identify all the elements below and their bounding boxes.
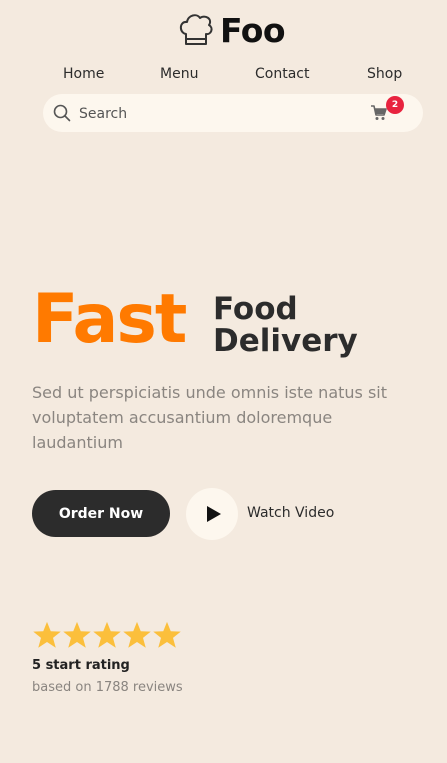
nav-menu[interactable]: Menu <box>160 66 198 82</box>
hero-title-accent: Fast <box>32 280 187 359</box>
nav-home[interactable]: Home <box>63 66 104 82</box>
order-now-button[interactable]: Order Now <box>32 490 170 537</box>
star-rating <box>32 620 182 650</box>
play-video-button[interactable] <box>186 488 238 540</box>
rating-title: 5 start rating <box>32 658 130 673</box>
watch-video-link[interactable]: Watch Video <box>247 505 334 521</box>
nav-shop[interactable]: Shop <box>367 66 402 82</box>
star-icon <box>63 621 91 648</box>
brand-name: Foo <box>220 10 286 50</box>
search-icon <box>53 104 71 122</box>
nav-contact[interactable]: Contact <box>255 66 309 82</box>
hero-title-line1: Food <box>213 291 298 327</box>
search-input[interactable] <box>77 103 361 125</box>
main-nav: Home Menu Contact Shop <box>0 66 447 86</box>
cart-count-badge: 2 <box>386 96 404 114</box>
chef-hat-icon <box>179 14 213 45</box>
brand-logo[interactable]: Foo <box>176 10 286 50</box>
star-icon <box>153 621 181 648</box>
search-bar: 2 <box>43 94 423 132</box>
star-icon <box>93 621 121 648</box>
star-icon <box>33 621 61 648</box>
star-icon <box>123 621 151 648</box>
play-icon <box>207 506 221 522</box>
rating-subtitle: based on 1788 reviews <box>32 680 183 695</box>
hero-title-line2: Delivery <box>213 323 358 359</box>
hero-description: Sed ut perspiciatis unde omnis iste natu… <box>32 383 388 452</box>
